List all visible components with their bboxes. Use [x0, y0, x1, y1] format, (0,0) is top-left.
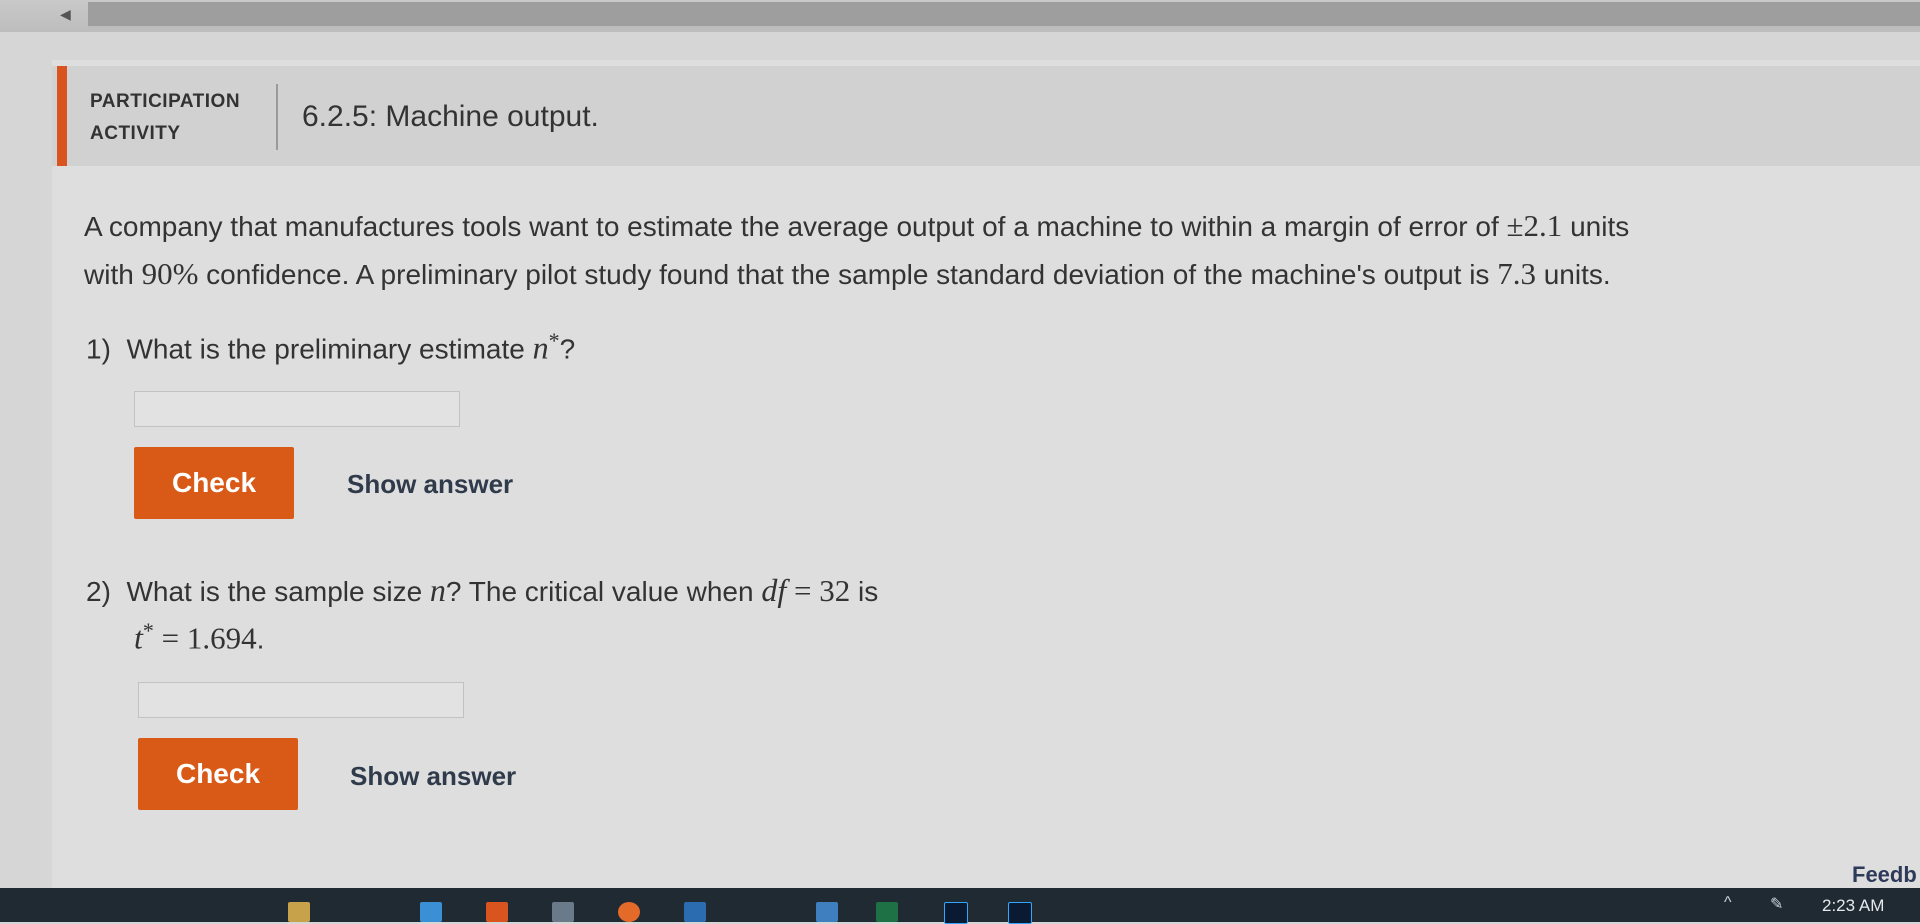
show-answer-button-2[interactable]: Show answer — [350, 761, 516, 792]
taskbar-clock[interactable]: 2:23 AM — [1822, 896, 1884, 916]
math-variable: df — [761, 572, 787, 608]
app-icon[interactable] — [486, 902, 508, 922]
critical-value-line: t* = 1.694. — [134, 618, 264, 656]
confidence-level: 90% — [141, 256, 199, 291]
question-text: What is the preliminary estimate — [126, 333, 533, 365]
tray-chevron-icon[interactable]: ^ — [1724, 894, 1732, 912]
degrees-of-freedom-value: 32 — [819, 573, 851, 608]
header-accent-bar — [57, 66, 67, 166]
question-text: ? The critical value when — [445, 576, 762, 607]
header-divider — [276, 84, 278, 150]
math-variable: t — [134, 619, 143, 656]
question-text: ? — [559, 333, 576, 365]
app-icon[interactable] — [552, 902, 574, 922]
feedback-button[interactable]: Feedb — [1852, 862, 1917, 888]
question-1: 1) What is the preliminary estimate n*? — [86, 328, 575, 366]
math-superscript: * — [548, 328, 560, 353]
activity-header: PARTICIPATION ACTIVITY 6.2.5: Machine ou… — [52, 66, 1920, 166]
photoshop-icon[interactable] — [944, 902, 968, 924]
math-operator: = — [786, 573, 820, 608]
question-2: 2) What is the sample size n? The critic… — [86, 572, 878, 609]
problem-text: units — [1562, 211, 1630, 242]
excel-icon[interactable] — [876, 902, 898, 922]
margin-of-error: ±2.1 — [1506, 208, 1563, 243]
math-superscript: * — [142, 618, 154, 643]
activity-title: 6.2.5: Machine output. — [302, 100, 599, 133]
pen-icon[interactable]: ✎ — [1770, 894, 1783, 914]
problem-text: with — [84, 259, 142, 290]
answer-input-1[interactable] — [134, 391, 460, 427]
problem-text: A company that manufactures tools want t… — [84, 211, 1507, 242]
app-icon[interactable] — [684, 902, 706, 922]
activity-page — [52, 60, 1920, 892]
app-icon[interactable] — [618, 902, 640, 922]
question-number: 2) — [86, 576, 111, 607]
answer-input-2[interactable] — [138, 682, 464, 718]
problem-statement: A company that manufactures tools want t… — [84, 202, 1884, 298]
problem-line-1: A company that manufactures tools want t… — [84, 202, 1884, 250]
scroll-left-arrow-icon[interactable]: ◀ — [60, 6, 71, 23]
app-icon[interactable] — [288, 902, 310, 922]
problem-text: confidence. A preliminary pilot study fo… — [198, 259, 1498, 290]
critical-value: = 1.694 — [153, 620, 257, 656]
activity-type-line2: ACTIVITY — [90, 123, 181, 144]
horizontal-scrollbar[interactable] — [88, 2, 1920, 28]
check-button-1[interactable]: Check — [134, 447, 294, 519]
question-text: What is the sample size — [126, 576, 430, 607]
math-variable: n — [532, 329, 549, 366]
question-text: is — [850, 576, 879, 607]
math-variable: n — [429, 572, 446, 608]
show-answer-button-1[interactable]: Show answer — [347, 469, 513, 500]
problem-text: units. — [1535, 259, 1611, 290]
sample-std-dev: 7.3 — [1497, 256, 1536, 291]
question-number: 1) — [86, 333, 111, 365]
question-text: . — [256, 623, 265, 655]
activity-type-line1: PARTICIPATION — [90, 91, 241, 112]
windows-taskbar: ^ ✎ 2:23 AM — [0, 888, 1920, 924]
app-icon[interactable] — [420, 902, 442, 922]
lightroom-icon[interactable] — [1008, 902, 1032, 924]
problem-line-2: with 90% confidence. A preliminary pilot… — [84, 250, 1884, 298]
activity-type-label: PARTICIPATION ACTIVITY — [90, 86, 240, 150]
app-icon[interactable] — [816, 902, 838, 922]
browser-top-bar: ◀ — [0, 0, 1920, 32]
check-button-2[interactable]: Check — [138, 738, 298, 810]
